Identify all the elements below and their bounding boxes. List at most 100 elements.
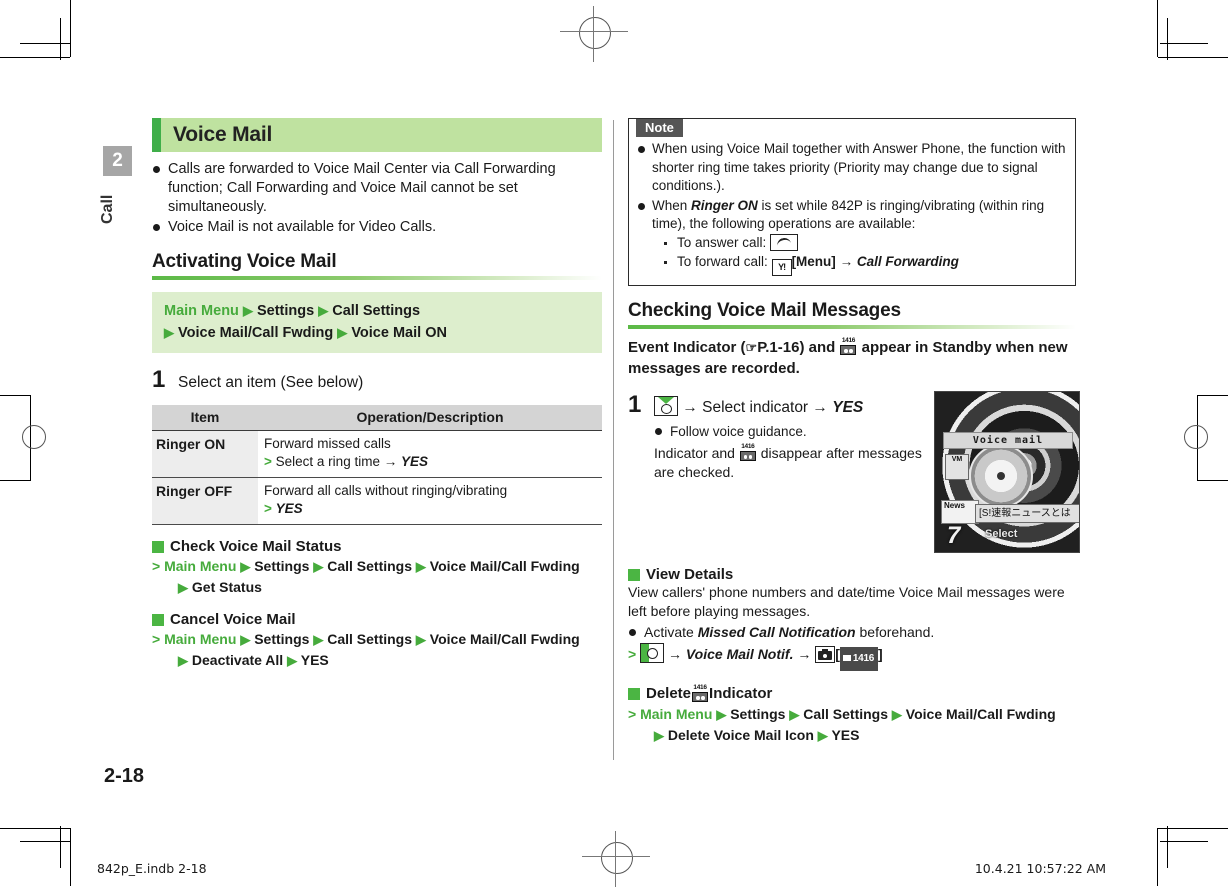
subblock-title-cancel: Cancel Voice Mail — [152, 611, 602, 628]
menu-bracket-label: [Menu] — [791, 254, 836, 269]
call-key-icon — [770, 233, 799, 251]
right-column: Note When using Voice Mail together with… — [628, 118, 1080, 746]
operation-line-1: Forward all calls without ringing/vibrat… — [264, 483, 508, 498]
step-content: → Select indicator → YES Follow voice gu… — [654, 396, 928, 482]
operation-emphasis: YES — [275, 501, 303, 516]
chevron-right-icon: ▶ — [287, 653, 298, 668]
chapter-name-label: Call — [99, 194, 116, 224]
nav-key-left-icon — [640, 643, 665, 663]
menu-path-band: Main Menu ▶ Settings ▶ Call Settings ▶ V… — [152, 292, 602, 353]
page-number: 2-18 — [104, 765, 145, 787]
pointing-hand-icon: ☞ — [745, 340, 758, 355]
menu-path-item[interactable]: YES — [301, 652, 329, 668]
note-label: Note — [636, 119, 683, 137]
subblock-title-check-status: Check Voice Mail Status — [152, 538, 602, 555]
screenshot-news-icon: News — [941, 500, 979, 524]
menu-path-item[interactable]: Voice Mail ON — [351, 325, 447, 341]
table-header-operation: Operation/Description — [258, 405, 602, 431]
menu-path-item[interactable]: Settings — [257, 303, 314, 319]
path-indent — [152, 652, 178, 668]
chevron-right-icon: ▶ — [415, 632, 426, 647]
left-column: Voice Mail Calls are forwarded to Voice … — [152, 118, 602, 671]
middot-icon — [664, 261, 667, 264]
chevron-right-icon: ▶ — [178, 580, 188, 595]
chevron-right-icon: ▶ — [716, 707, 727, 722]
menu-path-item[interactable]: Settings — [254, 558, 309, 574]
table-cell-operation: Forward all calls without ringing/vibrat… — [258, 477, 602, 525]
arrow-icon: → — [812, 399, 828, 416]
menu-path-root[interactable]: Main Menu — [164, 558, 236, 574]
chevron-right-icon: ▶ — [178, 653, 188, 668]
arrow-icon: → — [383, 454, 398, 469]
menu-path-item[interactable]: Voice Mail/Call Fwding — [430, 631, 580, 647]
triangle-down-glyph — [658, 397, 674, 404]
menu-path-item[interactable]: Voice Mail/Call Fwding — [906, 706, 1056, 722]
menu-path-item[interactable]: Call Settings — [327, 558, 412, 574]
delete-title-pre: Delete — [646, 685, 692, 702]
step-bullet-text: Follow voice guidance. — [670, 424, 807, 439]
menu-path-root[interactable]: Main Menu — [164, 631, 236, 647]
section-title: Voice Mail — [173, 123, 273, 146]
menu-path-item[interactable]: Call Settings — [332, 303, 420, 319]
chevron-right-icon: ▶ — [817, 728, 828, 743]
menu-path-item[interactable]: Settings — [254, 631, 309, 647]
menu-path-item[interactable]: YES — [831, 727, 859, 743]
green-square-icon — [628, 687, 640, 700]
list-item: To answer call: — [662, 233, 1067, 253]
step-1-left: 1 Select an item (See below) — [152, 366, 602, 394]
middot-icon — [664, 241, 667, 245]
table-row: Ringer ON Forward missed calls > Select … — [152, 430, 602, 478]
menu-path-item[interactable]: Voice Mail/Call Fwding — [430, 558, 580, 574]
note-bullet-list: When using Voice Mail together with Answ… — [637, 140, 1067, 276]
table-cell-item: Ringer ON — [152, 430, 258, 478]
menu-path-item[interactable]: Delete Voice Mail Icon — [668, 727, 814, 743]
menu-path-item[interactable]: Call Settings — [327, 631, 412, 647]
step-emphasis: YES — [832, 399, 864, 416]
nav-oval-glyph — [647, 648, 659, 659]
path-indent — [152, 579, 178, 595]
subblock-path-cancel: > Main Menu ▶ Settings ▶ Call Settings ▶… — [152, 629, 602, 671]
menu-path-item[interactable]: Get Status — [192, 579, 262, 595]
menu-path-item[interactable]: Deactivate All — [192, 652, 283, 668]
subblock-title-text: View Details — [646, 566, 734, 583]
menu-path-item[interactable]: Voice Mail/Call Fwding — [178, 325, 333, 341]
lead-pre: Event Indicator ( — [628, 339, 746, 356]
menu-path-root[interactable]: Main Menu — [164, 303, 239, 319]
tape-glyph — [842, 655, 851, 661]
menu-path-item[interactable]: Settings — [730, 706, 785, 722]
nav-oval-glyph — [661, 404, 672, 414]
screenshot-voice-mail-banner: Voice mail — [943, 432, 1073, 449]
green-square-icon — [628, 568, 640, 581]
screenshot-vm-icon: VM — [945, 454, 969, 480]
lead-mid: ) and — [799, 339, 840, 356]
subblock-title-text: Check Voice Mail Status — [170, 538, 342, 555]
tape-glyph — [692, 692, 709, 702]
list-item: Calls are forwarded to Voice Mail Center… — [152, 160, 602, 217]
subsection-title-activating: Activating Voice Mail — [152, 251, 337, 272]
path-indent — [628, 727, 654, 743]
list-item: To forward call: Y! [Menu] → Call Forward… — [662, 253, 1067, 276]
tag-number: 1416 — [852, 653, 874, 664]
view-details-bullet-post: beforehand. — [855, 624, 935, 640]
menu-path-item[interactable]: Call Settings — [803, 706, 888, 722]
step-text-1: Select indicator — [702, 399, 809, 416]
chevron-right-icon: ▶ — [240, 632, 251, 647]
step-text: Select an item (See below) — [178, 374, 364, 391]
menu-path-root[interactable]: Main Menu — [640, 706, 712, 722]
camera-lens-glyph — [823, 653, 828, 658]
step-main-line: → Select indicator → YES — [654, 396, 928, 418]
chevron-right-icon: ▶ — [164, 325, 174, 340]
handset-glyph — [776, 236, 793, 250]
arrow-icon: → — [839, 254, 854, 269]
view-details-bullet-pre: Activate — [644, 624, 698, 640]
chevron-right-icon: ▶ — [318, 303, 329, 318]
step-after-note: Indicator and 1416 disappear after messa… — [654, 443, 928, 482]
note-bullet-pre: When — [652, 197, 692, 213]
tape-glyph — [840, 345, 857, 355]
list-item: Activate Missed Call Notification before… — [628, 623, 1076, 642]
bullet-dot-icon — [153, 166, 160, 173]
path-marker: > — [152, 631, 161, 647]
table-cell-item: Ringer OFF — [152, 477, 258, 525]
chevron-right-icon: ▶ — [240, 559, 251, 574]
lead-paragraph: Event Indicator (☞P.1-16) and 1416 appea… — [628, 337, 1076, 379]
